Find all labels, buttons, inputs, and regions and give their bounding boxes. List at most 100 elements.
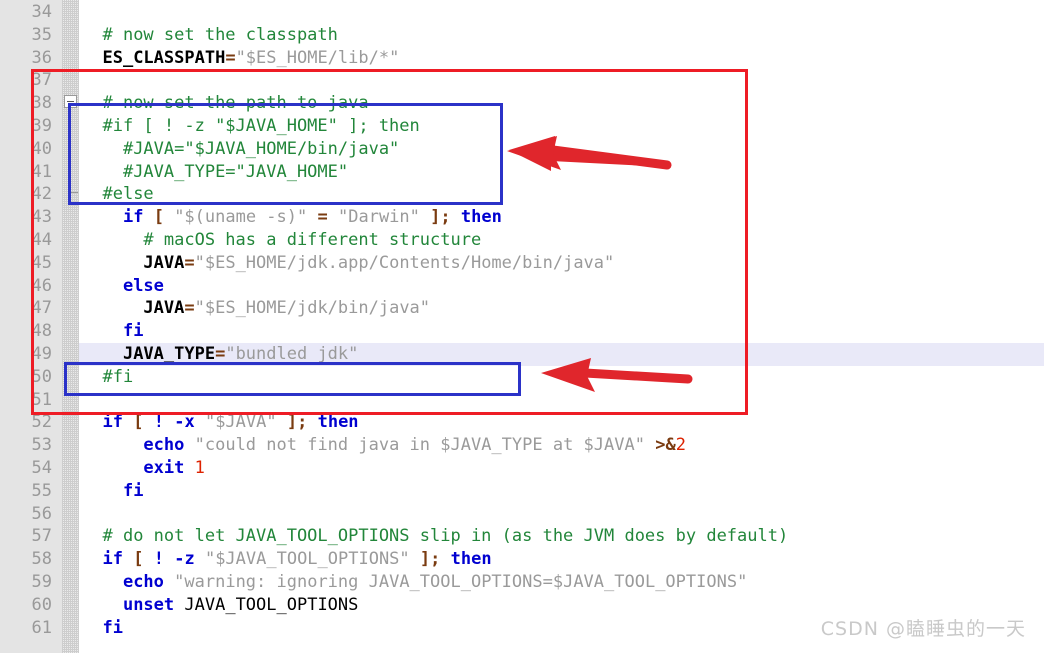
line-number: 34 (31, 2, 52, 22)
code-text[interactable]: #fi (82, 366, 133, 389)
code-line[interactable]: 54 exit 1 (0, 457, 1044, 480)
line-number: 51 (31, 389, 52, 410)
code-token: "Darwin" (338, 207, 420, 228)
line-number: 48 (31, 321, 52, 342)
code-line[interactable]: 34 (0, 1, 1044, 24)
code-line[interactable]: 37 (0, 69, 1044, 92)
code-line[interactable]: 53 echo "could not find java in $JAVA_TY… (0, 434, 1044, 457)
line-number: 39 (31, 115, 52, 136)
code-token: exit (143, 457, 185, 478)
code-line[interactable]: 41 #JAVA_TYPE="JAVA_HOME" (0, 161, 1044, 184)
code-text[interactable]: #else (82, 183, 154, 206)
code-line[interactable]: 50 #fi (0, 366, 1044, 389)
code-token: [ (153, 207, 164, 228)
code-token: # do not let JAVA_TOOL_OPTIONS slip in (… (102, 526, 789, 547)
code-line[interactable]: 56 (0, 503, 1044, 526)
code-line[interactable]: 36 ES_CLASSPATH="$ES_HOME/lib/*" (0, 47, 1044, 70)
code-text[interactable]: fi (82, 320, 143, 343)
code-line[interactable]: 39 #if [ ! -z "$JAVA_HOME" ]; then (0, 115, 1044, 138)
code-line[interactable]: 42 #else (0, 183, 1044, 206)
code-text[interactable]: JAVA_TYPE="bundled_jdk" (82, 343, 358, 366)
code-text[interactable]: echo "could not find java in $JAVA_TYPE … (82, 434, 686, 457)
code-text[interactable]: fi (82, 480, 143, 503)
code-text[interactable]: fi (82, 617, 122, 640)
code-text[interactable]: unset JAVA_TOOL_OPTIONS (82, 594, 358, 617)
code-text[interactable]: # now set the classpath (82, 24, 337, 47)
code-token: -z (174, 549, 195, 570)
fold-collapse-icon[interactable] (64, 95, 77, 108)
code-text[interactable]: if [ ! -z "$JAVA_TOOL_OPTIONS" ]; then (82, 548, 491, 571)
fold-guide-line (70, 108, 71, 193)
code-text[interactable]: #if [ ! -z "$JAVA_HOME" ]; then (82, 115, 419, 138)
code-text[interactable]: echo "warning: ignoring JAVA_TOOL_OPTION… (82, 571, 747, 594)
line-number: 46 (31, 275, 52, 296)
code-token: "$ES_HOME/jdk/bin/java" (194, 298, 431, 319)
code-line[interactable]: 55 fi (0, 480, 1044, 503)
code-editor[interactable]: 34 35 # now set the classpath 36 ES_CLASSP… (0, 0, 1044, 653)
code-text[interactable]: #JAVA="$JAVA_HOME/bin/java" (82, 138, 399, 161)
code-text[interactable]: ES_CLASSPATH="$ES_HOME/lib/*" (82, 47, 399, 70)
code-line[interactable]: 49 JAVA_TYPE="bundled_jdk" (0, 342, 1044, 366)
code-token: else (122, 275, 164, 296)
code-token: if (122, 207, 144, 228)
code-token: unset (122, 594, 175, 615)
csdn-watermark: CSDN @瞌睡虫的一天 (820, 618, 1026, 640)
line-number: 54 (31, 457, 52, 478)
code-line[interactable]: 45 JAVA="$ES_HOME/jdk.app/Contents/Home/… (0, 252, 1044, 275)
line-number: 55 (31, 480, 52, 501)
code-line[interactable]: 46 else (0, 275, 1044, 298)
code-token: "could not find java in $JAVA_TYPE at $J… (194, 435, 645, 456)
code-line[interactable]: 35 # now set the classpath (0, 24, 1044, 47)
code-line[interactable]: 59 echo "warning: ignoring JAVA_TOOL_OPT… (0, 571, 1044, 594)
code-token: JAVA_TOOL_OPTIONS (184, 594, 359, 615)
code-token: 2 (675, 435, 686, 456)
code-line[interactable]: 52 if [ ! -x "$JAVA" ]; then (0, 411, 1044, 434)
code-token: = (215, 343, 226, 364)
code-line[interactable]: 58 if [ ! -z "$JAVA_TOOL_OPTIONS" ]; the… (0, 548, 1044, 571)
code-text[interactable]: # macOS has a different structure (82, 229, 481, 252)
code-line[interactable]: 44 # macOS has a different structure (0, 229, 1044, 252)
code-text[interactable]: exit 1 (82, 457, 204, 480)
code-text[interactable]: else (82, 275, 164, 298)
code-text[interactable]: # now set the path to java (82, 92, 368, 115)
code-token: if (102, 412, 123, 433)
code-token: = (184, 252, 195, 273)
code-line[interactable]: 48 fi (0, 320, 1044, 343)
code-token: "$ES_HOME/jdk.app/Contents/Home/bin/java… (194, 252, 615, 273)
code-token: fi (122, 321, 144, 342)
code-token: ]; (430, 207, 451, 228)
line-number: 44 (31, 229, 52, 250)
line-number: 57 (31, 526, 52, 547)
code-text[interactable]: JAVA="$ES_HOME/jdk/bin/java" (82, 297, 430, 320)
code-token: #JAVA="$JAVA_HOME/bin/java" (122, 138, 400, 159)
code-text[interactable]: #JAVA_TYPE="JAVA_HOME" (82, 161, 348, 184)
code-text[interactable]: if [ "$(uname -s)" = "Darwin" ]; then (82, 206, 502, 229)
code-text[interactable]: # do not let JAVA_TOOL_OPTIONS slip in (… (82, 525, 788, 548)
code-token: "warning: ignoring JAVA_TOOL_OPTIONS=$JA… (174, 571, 748, 592)
code-line[interactable]: 43 if [ "$(uname -s)" = "Darwin" ]; then (0, 206, 1044, 229)
line-number: 53 (31, 435, 52, 456)
code-line[interactable]: 57 # do not let JAVA_TOOL_OPTIONS slip i… (0, 525, 1044, 548)
code-line[interactable]: 40 #JAVA="$JAVA_HOME/bin/java" (0, 138, 1044, 161)
code-line[interactable]: 47 JAVA="$ES_HOME/jdk/bin/java" (0, 297, 1044, 320)
code-line[interactable]: 51 (0, 389, 1044, 412)
code-text[interactable]: if [ ! -x "$JAVA" ]; then (82, 411, 358, 434)
code-token: #else (102, 184, 154, 205)
code-line[interactable]: 38 # now set the path to java (0, 92, 1044, 115)
code-text[interactable]: JAVA="$ES_HOME/jdk.app/Contents/Home/bin… (82, 252, 614, 275)
